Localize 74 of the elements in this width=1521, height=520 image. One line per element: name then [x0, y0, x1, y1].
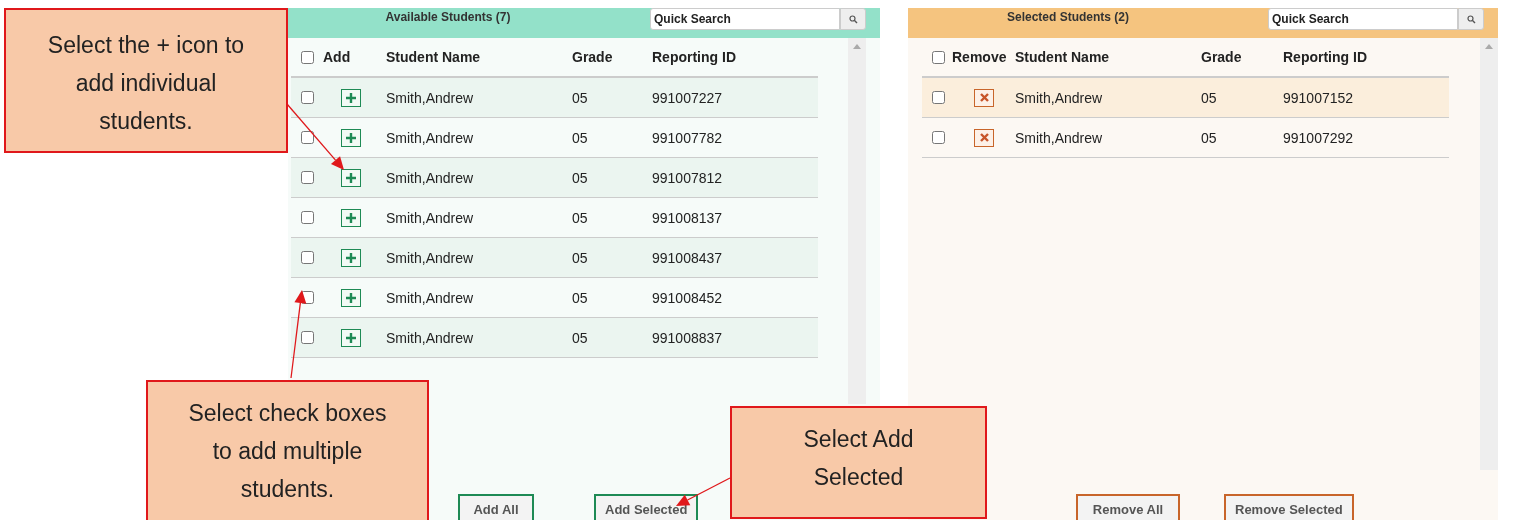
reporting-id: 991007812	[651, 169, 724, 186]
column-header: Reporting ID	[651, 49, 737, 65]
column-header: Remove	[952, 49, 1008, 65]
reporting-id: 991007152	[1282, 89, 1355, 106]
grade: 05	[571, 329, 589, 346]
student-name: Smith,Andrew	[385, 129, 475, 146]
select-all-checkbox[interactable]	[932, 50, 945, 64]
row-checkbox[interactable]	[301, 131, 314, 144]
row-checkbox[interactable]	[301, 291, 314, 304]
remove-button[interactable]: Remove Selected	[1224, 494, 1354, 520]
quick-search-field[interactable]: Quick Search	[1268, 8, 1458, 30]
row-checkbox[interactable]	[301, 211, 314, 224]
reporting-id: 991007782	[651, 129, 724, 146]
scrollbar[interactable]	[848, 38, 866, 404]
plus-icon[interactable]	[341, 288, 361, 307]
grade: 05	[571, 129, 589, 146]
scrollbar[interactable]	[1480, 38, 1498, 470]
search-icon	[1466, 14, 1476, 24]
grade: 05	[571, 209, 589, 226]
row-checkbox[interactable]	[301, 331, 314, 344]
callout-note: Select Add Selected	[730, 406, 987, 519]
student-name: Smith,Andrew	[385, 169, 475, 186]
plus-icon[interactable]	[341, 328, 361, 347]
reporting-id: 991008137	[651, 209, 724, 226]
select-all-checkbox[interactable]	[301, 50, 314, 64]
column-header: Add	[323, 49, 352, 65]
remove-button[interactable]: Remove All	[1076, 494, 1180, 520]
plus-icon[interactable]	[341, 208, 361, 227]
column-header: Grade	[571, 49, 614, 65]
reporting-id: 991007227	[651, 89, 724, 106]
row-checkbox[interactable]	[301, 251, 314, 264]
search-button[interactable]	[840, 8, 866, 30]
column-header: Student Name	[385, 49, 482, 65]
grade: 05	[571, 89, 589, 106]
column-header: Student Name	[1014, 49, 1111, 65]
callout-note: Select check boxes to add multiple students.	[146, 380, 429, 520]
plus-icon[interactable]	[341, 168, 361, 187]
arrow	[286, 103, 344, 170]
add-button[interactable]: Add All	[458, 494, 534, 520]
row-checkbox[interactable]	[932, 91, 945, 104]
plus-icon[interactable]	[341, 88, 361, 107]
close-icon[interactable]	[974, 128, 994, 147]
reporting-id: 991008452	[651, 289, 724, 306]
grade: 05	[571, 249, 589, 266]
reporting-id: 991008437	[651, 249, 724, 266]
student-name: Smith,Andrew	[385, 329, 475, 346]
student-name: Smith,Andrew	[385, 209, 475, 226]
row-checkbox[interactable]	[932, 131, 945, 144]
student-name: Smith,Andrew	[385, 89, 475, 106]
plus-icon[interactable]	[341, 248, 361, 267]
student-name: Smith,Andrew	[1014, 89, 1104, 106]
search-icon	[848, 14, 858, 24]
plus-icon[interactable]	[341, 128, 361, 147]
student-name: Smith,Andrew	[385, 289, 475, 306]
grade: 05	[571, 169, 589, 186]
row-checkbox[interactable]	[301, 171, 314, 184]
search-button[interactable]	[1458, 8, 1484, 30]
student-name: Smith,Andrew	[385, 249, 475, 266]
arrow	[676, 477, 731, 506]
close-icon[interactable]	[974, 88, 994, 107]
panel-title: Selected Students (2)	[1006, 9, 1130, 24]
callout-note: Select the + icon to add individual students.	[4, 8, 288, 153]
reporting-id: 991007292	[1282, 129, 1355, 146]
row-checkbox[interactable]	[301, 91, 314, 104]
add-button[interactable]: Add Selected	[594, 494, 699, 520]
panel-title: Available Students (7)	[384, 9, 512, 24]
quick-search-field[interactable]: Quick Search	[650, 8, 840, 30]
column-header: Grade	[1200, 49, 1243, 65]
student-name: Smith,Andrew	[1014, 129, 1104, 146]
column-header: Reporting ID	[1282, 49, 1368, 65]
grade: 05	[1200, 129, 1218, 146]
grade: 05	[571, 289, 589, 306]
reporting-id: 991008837	[651, 329, 724, 346]
grade: 05	[1200, 89, 1218, 106]
